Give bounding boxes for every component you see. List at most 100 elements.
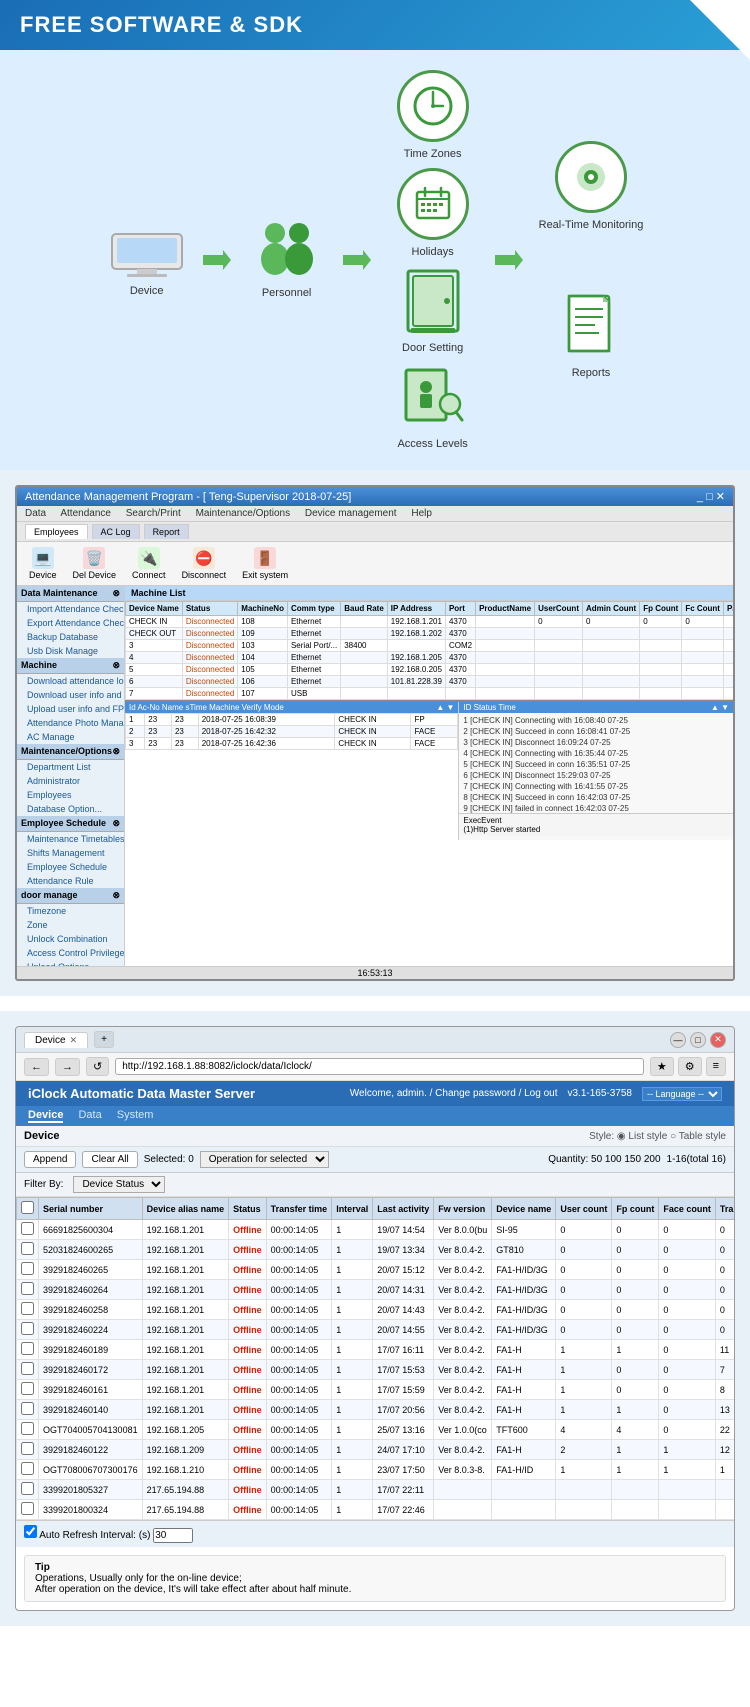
employees-tab[interactable]: Employees xyxy=(25,524,88,539)
sidebar-item-export[interactable]: Export Attendance Checking Data xyxy=(17,616,124,630)
sidebar-item-upload-opts[interactable]: Upload Options xyxy=(17,960,124,966)
settings-btn[interactable]: ⚙ xyxy=(678,1057,702,1076)
machine-table-row[interactable]: 7 Disconnected 107 USB 3204 xyxy=(126,688,734,700)
sidebar-item-dept[interactable]: Department List xyxy=(17,760,124,774)
row-checkbox[interactable] xyxy=(21,1382,34,1395)
device-table-row[interactable]: 3399201800324 217.65.194.88 Offline 00:0… xyxy=(17,1500,735,1520)
machine-table-row[interactable]: 4 Disconnected 104 Ethernet 192.168.1.20… xyxy=(126,652,734,664)
sidebar-item-zone[interactable]: Zone xyxy=(17,918,124,932)
sidebar-item-emp-sched[interactable]: Employee Schedule xyxy=(17,860,124,874)
row-checkbox[interactable] xyxy=(21,1242,34,1255)
device-table-row[interactable]: 3399201805327 217.65.194.88 Offline 00:0… xyxy=(17,1480,735,1500)
device-table-row[interactable]: OGT708006707300176 192.168.1.210 Offline… xyxy=(17,1460,735,1480)
sidebar-item-db[interactable]: Database Option... xyxy=(17,802,124,816)
menu-maintenance[interactable]: Maintenance/Options xyxy=(196,508,291,519)
row-checkbox[interactable] xyxy=(21,1462,34,1475)
operation-select[interactable]: Operation for selected xyxy=(200,1151,329,1168)
device-table-row[interactable]: 3929182460172 192.168.1.201 Offline 00:0… xyxy=(17,1360,735,1380)
bookmark-btn[interactable]: ★ xyxy=(650,1057,674,1076)
sidebar-item-shifts[interactable]: Shifts Management xyxy=(17,846,124,860)
device-table-row[interactable]: 3929182460258 192.168.1.201 Offline 00:0… xyxy=(17,1300,735,1320)
menu-search[interactable]: Search/Print xyxy=(126,508,181,519)
row-checkbox[interactable] xyxy=(21,1422,34,1435)
sidebar-item-download-logs[interactable]: Download attendance logs xyxy=(17,674,124,688)
url-bar[interactable]: http://192.168.1.88:8082/iclock/data/Icl… xyxy=(115,1058,644,1075)
back-btn[interactable]: ← xyxy=(24,1058,49,1076)
sidebar-item-upload-user[interactable]: Upload user info and FP xyxy=(17,702,124,716)
device-table-row[interactable]: 3929182460140 192.168.1.201 Offline 00:0… xyxy=(17,1400,735,1420)
device-table-row[interactable]: 3929182460189 192.168.1.201 Offline 00:0… xyxy=(17,1340,735,1360)
machine-table-row[interactable]: 5 Disconnected 105 Ethernet 192.168.0.20… xyxy=(126,664,734,676)
bottom-table-row[interactable]: 323232018-07-25 16:42:36CHECK INFACE xyxy=(126,738,458,750)
sidebar-item-admin[interactable]: Administrator xyxy=(17,774,124,788)
nav-data[interactable]: Data xyxy=(78,1109,101,1123)
bottom-table-row[interactable]: 223232018-07-25 16:42:32CHECK INFACE xyxy=(126,726,458,738)
row-checkbox[interactable] xyxy=(21,1482,34,1495)
menu-help[interactable]: Help xyxy=(411,508,432,519)
device-table-row[interactable]: 3929182460161 192.168.1.201 Offline 00:0… xyxy=(17,1380,735,1400)
select-all-checkbox[interactable] xyxy=(21,1201,34,1214)
device-table-row[interactable]: 3929182460265 192.168.1.201 Offline 00:0… xyxy=(17,1260,735,1280)
refresh-btn[interactable]: ↺ xyxy=(86,1057,109,1076)
connect-btn[interactable]: 🔌 Connect xyxy=(128,545,170,582)
disconnect-btn[interactable]: ⛔ Disconnect xyxy=(178,545,231,582)
nav-device[interactable]: Device xyxy=(28,1109,63,1123)
sidebar-item-att-rule[interactable]: Attendance Rule xyxy=(17,874,124,888)
forward-btn[interactable]: → xyxy=(55,1058,80,1076)
bottom-table-row[interactable]: 123232018-07-25 16:08:39CHECK INFP xyxy=(126,714,458,726)
auto-refresh-checkbox[interactable] xyxy=(24,1525,37,1538)
sidebar-item-unlock[interactable]: Unlock Combination xyxy=(17,932,124,946)
sidebar-item-import[interactable]: Import Attendance Checking Data xyxy=(17,602,124,616)
clear-all-btn[interactable]: Clear All xyxy=(82,1151,137,1168)
row-checkbox[interactable] xyxy=(21,1502,34,1515)
sidebar-section-door[interactable]: door manage⊗ xyxy=(17,888,124,904)
row-checkbox[interactable] xyxy=(21,1322,34,1335)
menu-device-mgmt[interactable]: Device management xyxy=(305,508,397,519)
row-checkbox[interactable] xyxy=(21,1222,34,1235)
device-btn[interactable]: 💻 Device xyxy=(25,545,61,582)
menu-btn[interactable]: ≡ xyxy=(706,1057,726,1076)
sidebar-item-usb[interactable]: Usb Disk Manage xyxy=(17,644,124,658)
device-table-row[interactable]: 3929182460224 192.168.1.201 Offline 00:0… xyxy=(17,1320,735,1340)
device-table-row[interactable]: 66691825600304 192.168.1.201 Offline 00:… xyxy=(17,1220,735,1240)
sidebar-section-schedule[interactable]: Employee Schedule⊗ xyxy=(17,816,124,832)
report-tab[interactable]: Report xyxy=(144,524,189,539)
sidebar-item-download-user[interactable]: Download user info and Fp xyxy=(17,688,124,702)
row-checkbox[interactable] xyxy=(21,1282,34,1295)
machine-table-row[interactable]: CHECK OUT Disconnected 109 Ethernet 192.… xyxy=(126,628,734,640)
sidebar-item-timetables[interactable]: Maintenance Timetables xyxy=(17,832,124,846)
restore-btn[interactable]: □ xyxy=(690,1032,706,1048)
row-checkbox[interactable] xyxy=(21,1362,34,1375)
sidebar-section-maintenance[interactable]: Maintenance/Options⊗ xyxy=(17,744,124,760)
sidebar-item-access[interactable]: Access Control Privilege xyxy=(17,946,124,960)
row-checkbox[interactable] xyxy=(21,1342,34,1355)
sidebar-item-ac[interactable]: AC Manage xyxy=(17,730,124,744)
device-table-row[interactable]: 3929182460264 192.168.1.201 Offline 00:0… xyxy=(17,1280,735,1300)
row-checkbox[interactable] xyxy=(21,1442,34,1455)
row-checkbox[interactable] xyxy=(21,1262,34,1275)
sidebar-section-data[interactable]: Data Maintenance⊗ xyxy=(17,586,124,602)
browser-new-tab[interactable]: + xyxy=(94,1031,114,1048)
sidebar-item-employees[interactable]: Employees xyxy=(17,788,124,802)
interval-input[interactable] xyxy=(153,1528,193,1543)
browser-tab-close[interactable]: ✕ xyxy=(70,1035,78,1046)
machine-table-row[interactable]: 6 Disconnected 106 Ethernet 101.81.228.3… xyxy=(126,676,734,688)
machine-table-row[interactable]: CHECK IN Disconnected 108 Ethernet 192.1… xyxy=(126,616,734,628)
append-btn[interactable]: Append xyxy=(24,1151,76,1168)
device-table-row[interactable]: 52031824600265 192.168.1.201 Offline 00:… xyxy=(17,1240,735,1260)
nav-system[interactable]: System xyxy=(117,1109,154,1123)
del-device-btn[interactable]: 🗑️ Del Device xyxy=(69,545,121,582)
sidebar-item-backup[interactable]: Backup Database xyxy=(17,630,124,644)
language-select[interactable]: -- Language -- xyxy=(642,1087,722,1101)
sidebar-item-photo[interactable]: Attendance Photo Management xyxy=(17,716,124,730)
row-checkbox[interactable] xyxy=(21,1302,34,1315)
aclog-tab[interactable]: AC Log xyxy=(92,524,140,539)
menu-attendance[interactable]: Attendance xyxy=(60,508,111,519)
sidebar-item-timezone[interactable]: Timezone xyxy=(17,904,124,918)
exit-system-btn[interactable]: 🚪 Exit system xyxy=(238,545,292,582)
row-checkbox[interactable] xyxy=(21,1402,34,1415)
browser-tab-device[interactable]: Device ✕ xyxy=(24,1032,88,1048)
device-table-row[interactable]: OGT704005704130081 192.168.1.205 Offline… xyxy=(17,1420,735,1440)
machine-table-row[interactable]: 3 Disconnected 103 Serial Port/... 38400… xyxy=(126,640,734,652)
menu-data[interactable]: Data xyxy=(25,508,46,519)
